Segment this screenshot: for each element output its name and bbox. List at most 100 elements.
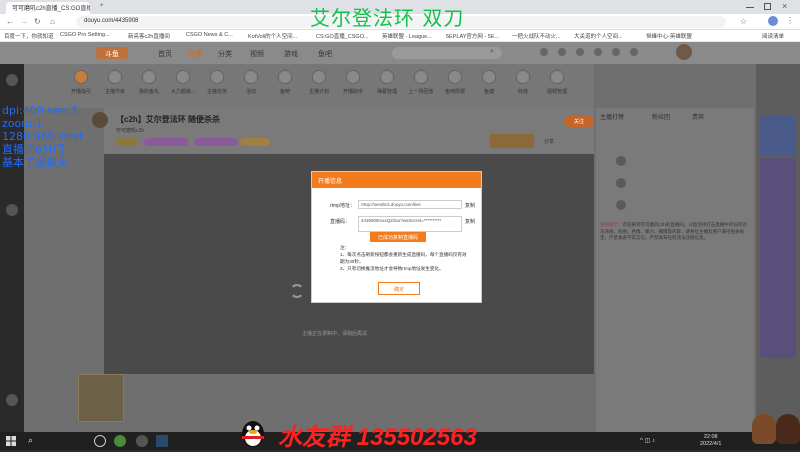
activity-widget[interactable] — [78, 374, 124, 422]
super-icon — [176, 70, 190, 84]
tool-item[interactable]: 上一场回放 — [408, 70, 434, 95]
search-input[interactable] — [392, 47, 502, 59]
follow-button[interactable]: 关注 — [564, 116, 594, 127]
tool-item[interactable]: 主播任务 — [204, 70, 230, 95]
bookmark-item[interactable]: 新亮客c2h直播间 — [128, 32, 170, 40]
stream-info-dialog: 开播信息 rtmp地址： rtmp://sendtc3.douyu.com/li… — [311, 171, 482, 303]
confirm-button[interactable]: 确定 — [378, 282, 420, 295]
bookmark-item[interactable]: CSGO News & C... — [186, 32, 233, 38]
history-icon[interactable] — [558, 48, 566, 56]
tool-item[interactable]: 视频管理 — [544, 70, 570, 95]
task-icon[interactable] — [612, 48, 620, 56]
tool-item[interactable]: 主播节目 — [102, 70, 128, 95]
download-icon[interactable] — [540, 48, 548, 56]
stream-key-field[interactable]: 4435908rxxxQZdxo?wsSecret=********** — [358, 216, 462, 232]
minimize-icon[interactable] — [746, 7, 754, 8]
stream-overlay-title: 艾尔登法环 双刀 — [310, 6, 465, 30]
chibi-avatar-left — [752, 414, 776, 444]
nav-fishbar[interactable]: 鱼吧 — [318, 49, 332, 59]
follow-icon[interactable] — [576, 48, 584, 56]
browser-tab-active[interactable]: 可可磨叽c2h直播_CS:GO直播_斗... — [6, 2, 90, 14]
rtmp-field[interactable]: rtmp://sendtc3.douyu.com/live — [358, 200, 462, 209]
avatar[interactable] — [616, 200, 626, 210]
bookmarks-bar: 百度一下，你就知道 CSGO Pro Setting... 新亮客c2h直播间 … — [0, 30, 800, 42]
site-logo[interactable]: 斗鱼 — [96, 47, 128, 59]
close-icon[interactable]: × — [782, 1, 787, 11]
star-icon[interactable]: ☆ — [740, 17, 747, 26]
nav-live[interactable]: 直播 — [188, 49, 202, 59]
nav-category[interactable]: 分类 — [218, 49, 232, 59]
avatar[interactable] — [616, 178, 626, 188]
reload-icon[interactable]: ↻ — [34, 17, 41, 26]
message-icon[interactable] — [594, 48, 602, 56]
bookmark-item[interactable]: 大关道的个人空间... — [574, 32, 623, 40]
dialog-title: 开播信息 — [312, 172, 481, 188]
bookmark-item[interactable]: 5EPLAY官方网 - 5E... — [446, 32, 499, 40]
sidebar-follow-icon[interactable] — [6, 204, 18, 216]
danmaku-icon — [380, 70, 394, 84]
tool-item[interactable]: 收徒 — [510, 70, 536, 95]
steam-icon[interactable] — [156, 435, 168, 447]
bookmark-item[interactable]: 英雄联盟 - League... — [382, 32, 432, 40]
user-avatar[interactable] — [676, 44, 692, 60]
nav-home[interactable]: 首页 — [158, 49, 172, 59]
tool-item[interactable]: 我的鱼丸 — [136, 70, 162, 95]
tool-item[interactable]: 主播计划 — [306, 70, 332, 95]
chrome-icon[interactable] — [114, 435, 126, 447]
maximize-icon[interactable] — [764, 3, 771, 10]
reading-list[interactable]: 阅读清单 — [762, 32, 784, 40]
avatar[interactable] — [616, 156, 626, 166]
event-icon — [244, 70, 258, 84]
tool-item[interactable]: 活动 — [238, 70, 264, 95]
tool-item[interactable]: 大力超级... — [170, 70, 196, 95]
obs-icon[interactable] — [136, 435, 148, 447]
chat-tab-vip[interactable]: 贵宾 — [692, 112, 704, 121]
stat-line: 基本了摄像头 — [2, 156, 68, 169]
room-header: 【c2h】艾尔登法环 随便杀杀 可可磨叽c2h 分享 关注 — [92, 108, 594, 154]
bookmark-item[interactable]: CS:GO直播_CSGO... — [316, 32, 369, 40]
system-notice: 系统提示：欢迎来到可可磨叽c2h的直播间。斗鱼坚持打击直播中的任何违法违规、低俗… — [600, 222, 748, 242]
search-icon[interactable]: ⌕ — [490, 48, 494, 56]
tool-item[interactable]: 鱼塘 — [476, 70, 502, 95]
bookmark-item[interactable]: 百度一下，你就知道 — [4, 32, 54, 40]
profile-avatar[interactable] — [768, 16, 778, 26]
menu-icon[interactable]: ⋮ — [786, 16, 794, 25]
anchor-tools-row: 开播指引 主播节目 我的鱼丸 大力超级... 主播任务 活动 鱼吧 主播计划 开… — [24, 64, 594, 108]
streamer-name[interactable]: 可可磨叽c2h — [116, 127, 144, 134]
chat-tab-fans[interactable]: 粉丝团 — [652, 112, 670, 121]
promo-banner[interactable] — [490, 134, 534, 148]
nav-game[interactable]: 游戏 — [284, 49, 298, 59]
bookmark-item[interactable]: KotVoli的个人空间... — [248, 32, 297, 40]
nav-video[interactable]: 视频 — [250, 49, 264, 59]
tool-item[interactable]: 开播助手 — [340, 70, 366, 95]
search-icon[interactable]: ⌕ — [28, 435, 33, 446]
clock[interactable]: 22:08 2022/4/1 — [700, 434, 721, 448]
mission-icon — [210, 70, 224, 84]
tool-item[interactable]: 弹幕管理 — [374, 70, 400, 95]
home-icon[interactable]: ⌂ — [50, 17, 55, 26]
tool-item[interactable]: 鱼吧周报 — [442, 70, 468, 95]
windows-start-icon[interactable] — [6, 436, 16, 446]
chat-tab-rank[interactable]: 主播打榜 — [600, 112, 624, 121]
tool-item[interactable]: 开播指引 — [68, 70, 94, 95]
note-line: 注： — [340, 245, 350, 250]
note-line: 1、每次点击刷新按钮都会重新生成直播码，每个直播码仅有效期为30秒， — [340, 252, 467, 264]
ad-banner[interactable] — [760, 116, 796, 156]
loading-icon — [290, 284, 304, 298]
share-button[interactable]: 分享 — [544, 138, 554, 145]
taskbar-app-icon[interactable] — [94, 435, 106, 447]
tool-item[interactable]: 鱼吧 — [272, 70, 298, 95]
streamer-avatar[interactable] — [92, 112, 108, 128]
sidebar-settings-icon[interactable] — [6, 394, 18, 406]
copy-rtmp-button[interactable]: 复制 — [465, 202, 475, 209]
new-tab-button[interactable]: + — [94, 2, 108, 14]
bookmark-item[interactable]: 恒峰中心-英雄联盟 — [646, 32, 692, 40]
gift-rail[interactable] — [760, 158, 796, 358]
bookmark-item[interactable]: 一把火战队不动火... — [512, 32, 561, 40]
gift-icon[interactable] — [630, 48, 638, 56]
forward-icon[interactable]: → — [20, 17, 28, 26]
sidebar-home-icon[interactable] — [6, 74, 18, 86]
copy-key-button[interactable]: 复制 — [465, 218, 475, 225]
bookmark-item[interactable]: CSGO Pro Setting... — [60, 32, 110, 38]
back-icon[interactable]: ← — [6, 17, 14, 26]
